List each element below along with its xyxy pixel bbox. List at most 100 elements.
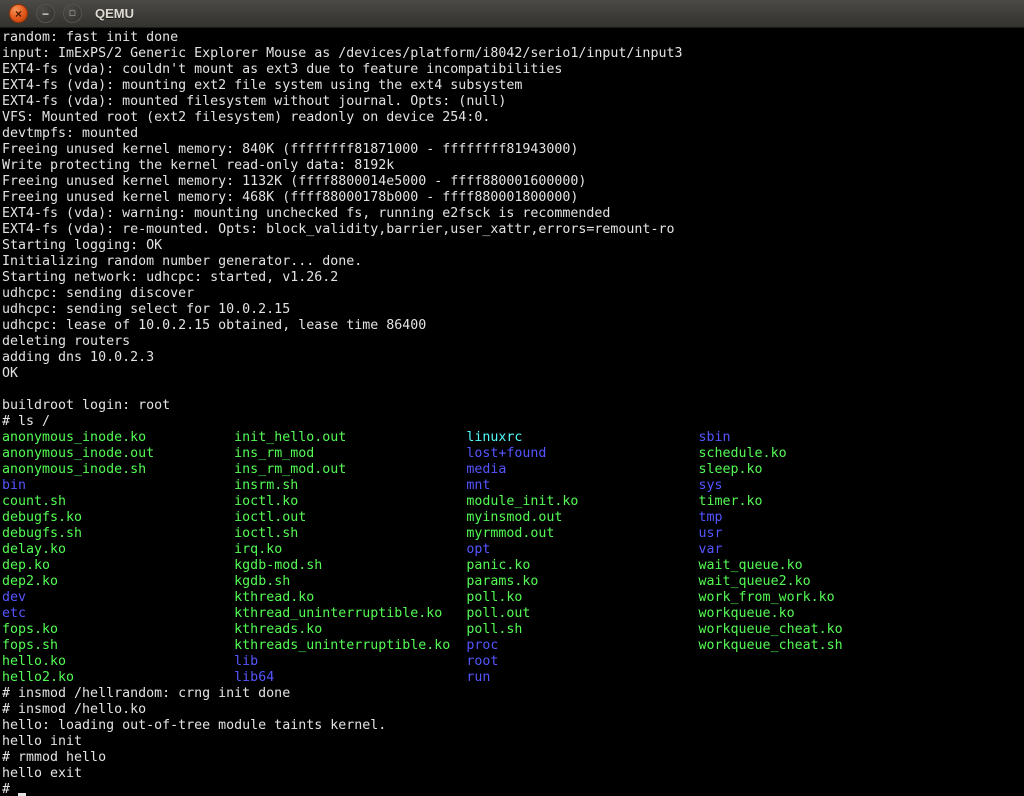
console-line: etc kthread_uninterruptible.ko poll.out … xyxy=(2,606,1024,622)
console-text: workqueue_cheat.sh xyxy=(699,638,843,653)
console-text: mnt xyxy=(466,478,698,493)
console-screen[interactable]: random: fast init doneinput: ImExPS/2 Ge… xyxy=(0,28,1024,796)
console-text: poll.sh xyxy=(466,622,698,637)
console-text: workqueue.ko xyxy=(699,606,795,621)
console-text: run xyxy=(466,670,490,685)
console-text: hello exit xyxy=(2,766,82,781)
minimize-icon: − xyxy=(42,8,49,20)
console-line: hello2.ko lib64 run xyxy=(2,670,1024,686)
console-text: proc xyxy=(466,638,698,653)
console-line: EXT4-fs (vda): re-mounted. Opts: block_v… xyxy=(2,222,1024,238)
console-text: lost+found xyxy=(466,446,698,461)
console-text: buildroot login: root xyxy=(2,398,170,413)
console-text: anonymous_inode.ko xyxy=(2,430,234,445)
console-text: workqueue_cheat.ko xyxy=(699,622,843,637)
console-line: count.sh ioctl.ko module_init.ko timer.k… xyxy=(2,494,1024,510)
console-line: adding dns 10.0.2.3 xyxy=(2,350,1024,366)
console-line: udhcpc: sending discover xyxy=(2,286,1024,302)
console-text: kthread.ko xyxy=(234,590,466,605)
console-text: deleting routers xyxy=(2,334,130,349)
console-line: # insmod /hello.ko xyxy=(2,702,1024,718)
console-line: EXT4-fs (vda): couldn't mount as ext3 du… xyxy=(2,62,1024,78)
console-text: EXT4-fs (vda): warning: mounting uncheck… xyxy=(2,206,610,221)
console-text: kthreads.ko xyxy=(234,622,466,637)
console-text: ins_rm_mod.out xyxy=(234,462,466,477)
console-line: Write protecting the kernel read-only da… xyxy=(2,158,1024,174)
console-text: OK xyxy=(2,366,18,381)
console-text: udhcpc: sending discover xyxy=(2,286,194,301)
console-text: adding dns 10.0.2.3 xyxy=(2,350,154,365)
console-text: debugfs.sh xyxy=(2,526,234,541)
console-text: insrm.sh xyxy=(234,478,466,493)
console-line: udhcpc: sending select for 10.0.2.15 xyxy=(2,302,1024,318)
console-text: linuxrc xyxy=(466,430,698,445)
console-line: deleting routers xyxy=(2,334,1024,350)
console-text: # insmod /hellrandom: crng init done xyxy=(2,686,290,701)
console-text: sys xyxy=(699,478,723,493)
console-text: work_from_work.ko xyxy=(699,590,835,605)
console-line: Initializing random number generator... … xyxy=(2,254,1024,270)
console-text: dev xyxy=(2,590,234,605)
console-text: # insmod /hello.ko xyxy=(2,702,146,717)
console-text: Starting network: udhcpc: started, v1.26… xyxy=(2,270,338,285)
console-text: hello2.ko xyxy=(2,670,234,685)
close-icon: × xyxy=(15,8,22,20)
console-line: hello: loading out-of-tree module taints… xyxy=(2,718,1024,734)
console-line: bin insrm.sh mnt sys xyxy=(2,478,1024,494)
console-text: bin xyxy=(2,478,234,493)
console-line: dep2.ko kgdb.sh params.ko wait_queue2.ko xyxy=(2,574,1024,590)
console-text: wait_queue2.ko xyxy=(699,574,811,589)
titlebar[interactable]: × − □ QEMU xyxy=(0,0,1024,28)
minimize-button[interactable]: − xyxy=(36,4,55,23)
console-text: EXT4-fs (vda): mounted filesystem withou… xyxy=(2,94,506,109)
console-text: EXT4-fs (vda): couldn't mount as ext3 du… xyxy=(2,62,562,77)
console-line: dev kthread.ko poll.ko work_from_work.ko xyxy=(2,590,1024,606)
console-text: udhcpc: lease of 10.0.2.15 obtained, lea… xyxy=(2,318,426,333)
console-text: udhcpc: sending select for 10.0.2.15 xyxy=(2,302,290,317)
console-text: # xyxy=(2,782,18,796)
console-line: fops.sh kthreads_uninterruptible.ko proc… xyxy=(2,638,1024,654)
close-button[interactable]: × xyxy=(9,4,28,23)
window-title: QEMU xyxy=(95,6,134,21)
console-text: sbin xyxy=(699,430,731,445)
console-text: params.ko xyxy=(466,574,698,589)
console-line: anonymous_inode.sh ins_rm_mod.out media … xyxy=(2,462,1024,478)
console-text: input: ImExPS/2 Generic Explorer Mouse a… xyxy=(2,46,682,61)
console-line: devtmpfs: mounted xyxy=(2,126,1024,142)
console-text: opt xyxy=(466,542,698,557)
console-line: udhcpc: lease of 10.0.2.15 obtained, lea… xyxy=(2,318,1024,334)
console-text: module_init.ko xyxy=(466,494,698,509)
console-text: kgdb-mod.sh xyxy=(234,558,466,573)
console-line: Freeing unused kernel memory: 1132K (fff… xyxy=(2,174,1024,190)
console-text: kthread_uninterruptible.ko xyxy=(234,606,466,621)
console-line: Freeing unused kernel memory: 468K (ffff… xyxy=(2,190,1024,206)
console-line: Freeing unused kernel memory: 840K (ffff… xyxy=(2,142,1024,158)
console-line: input: ImExPS/2 Generic Explorer Mouse a… xyxy=(2,46,1024,62)
maximize-button[interactable]: □ xyxy=(63,4,82,23)
console-text: etc xyxy=(2,606,234,621)
console-line: VFS: Mounted root (ext2 filesystem) read… xyxy=(2,110,1024,126)
console-line: buildroot login: root xyxy=(2,398,1024,414)
console-text: myinsmod.out xyxy=(466,510,698,525)
console-line: debugfs.sh ioctl.sh myrmmod.out usr xyxy=(2,526,1024,542)
console-text: sleep.ko xyxy=(699,462,763,477)
console-text: fops.sh xyxy=(2,638,234,653)
text-cursor xyxy=(18,782,26,796)
console-text: count.sh xyxy=(2,494,234,509)
console-line: # xyxy=(2,782,1024,796)
console-text: hello.ko xyxy=(2,654,234,669)
console-text: lib xyxy=(234,654,466,669)
console-text: Initializing random number generator... … xyxy=(2,254,362,269)
console-line: dep.ko kgdb-mod.sh panic.ko wait_queue.k… xyxy=(2,558,1024,574)
console-line: Starting logging: OK xyxy=(2,238,1024,254)
console-text: EXT4-fs (vda): re-mounted. Opts: block_v… xyxy=(2,222,674,237)
console-line: anonymous_inode.ko init_hello.out linuxr… xyxy=(2,430,1024,446)
console-line: EXT4-fs (vda): warning: mounting uncheck… xyxy=(2,206,1024,222)
console-text: hello: loading out-of-tree module taints… xyxy=(2,718,386,733)
console-text: anonymous_inode.sh xyxy=(2,462,234,477)
console-text: root xyxy=(466,654,498,669)
console-text: random: fast init done xyxy=(2,30,178,45)
console-text: ioctl.ko xyxy=(234,494,466,509)
console-text: # rmmod hello xyxy=(2,750,106,765)
console-text: ins_rm_mod xyxy=(234,446,466,461)
